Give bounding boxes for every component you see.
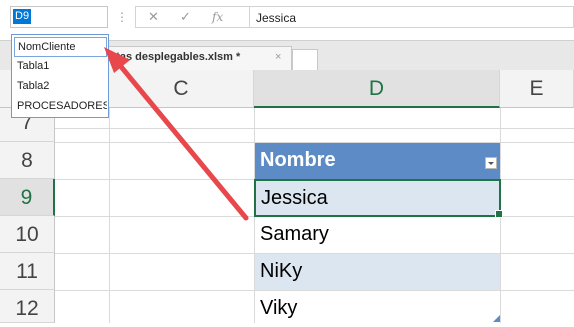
active-cell-d9[interactable]: Jessica [254,179,501,217]
table-cell-d10[interactable]: Samary [255,217,500,253]
dropdown-item-nomcliente[interactable]: NomCliente [14,37,107,57]
row-header-9[interactable]: 9 [0,179,55,216]
formula-text: Jessica [256,11,297,25]
table-cell-d12[interactable]: Viky [255,291,500,323]
grid-line [55,128,574,129]
insert-function-icon[interactable]: fx [212,9,223,25]
formula-input[interactable]: Jessica [250,6,574,28]
new-tab-button[interactable] [292,49,318,70]
table-header-label: Nombre [260,149,336,171]
table-header-cell[interactable]: Nombre [255,143,500,179]
workbook-tab-label: istas desplegables.xlsm * [107,51,241,63]
name-box[interactable]: D9 [10,6,108,28]
cell-value: Jessica [261,187,328,209]
dropdown-item-procesadores[interactable]: PROCESADORES [14,97,107,117]
cell-value: Viky [260,297,298,319]
table-resize-handle[interactable] [493,315,500,322]
row-header-10[interactable]: 10 [0,216,55,253]
column-header-d[interactable]: D [254,70,500,108]
row-header-11[interactable]: 11 [0,253,55,290]
column-header-c[interactable]: C [109,70,254,108]
formula-controls: ✕ ✓ fx [135,6,250,28]
dropdown-item-tabla1[interactable]: Tabla1 [14,57,107,77]
column-header-e[interactable]: E [500,70,574,108]
cell-value: NiKy [260,260,303,282]
close-icon[interactable]: × [275,51,281,63]
row-header-12[interactable]: 12 [0,290,55,323]
cell-value: Samary [260,223,329,245]
more-options-icon[interactable]: ⋮ [116,9,128,25]
name-box-value[interactable]: D9 [13,9,32,24]
workbook-tab[interactable]: istas desplegables.xlsm * × [100,46,292,70]
name-box-dropdown: NomCliente Tabla1 Tabla2 PROCESADORES [11,34,109,118]
cancel-icon[interactable]: ✕ [148,9,159,25]
filter-dropdown-icon[interactable] [485,157,497,169]
table-cell-d11[interactable]: NiKy [255,254,500,290]
row-header-8[interactable]: 8 [0,142,55,179]
dropdown-item-tabla2[interactable]: Tabla2 [14,77,107,97]
enter-icon[interactable]: ✓ [180,9,191,25]
